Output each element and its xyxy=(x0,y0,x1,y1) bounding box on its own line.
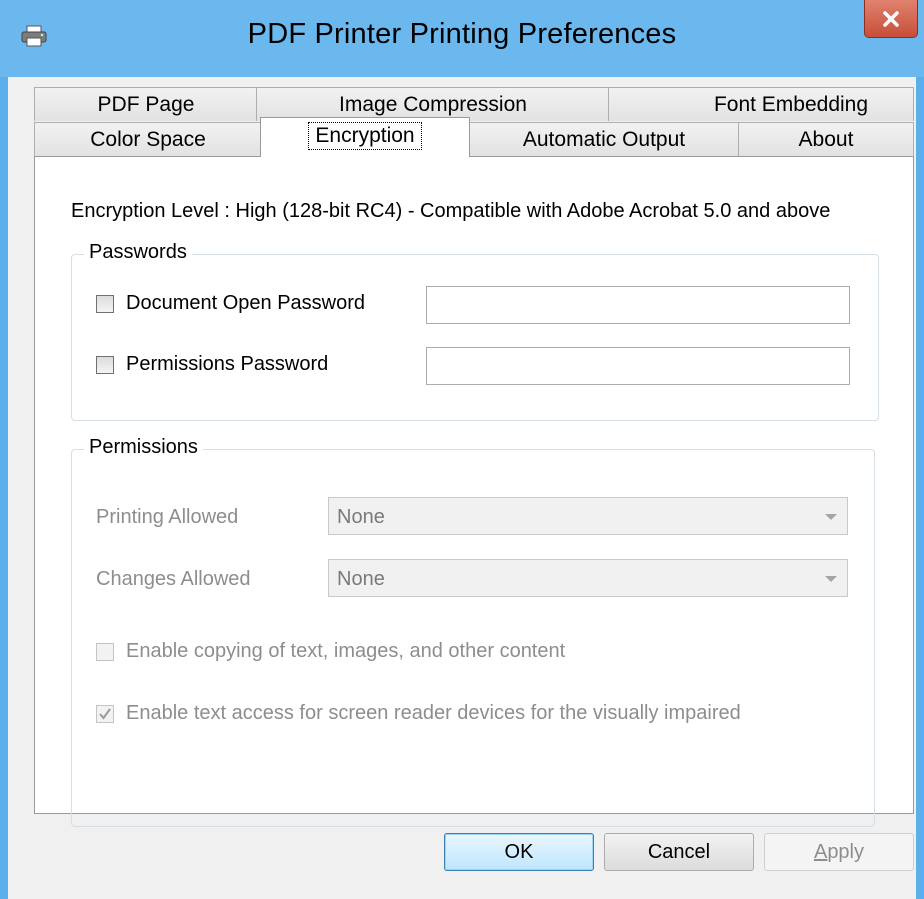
tab-label: PDF Page xyxy=(97,93,195,116)
permissions-group: Permissions Printing Allowed None Change… xyxy=(71,436,875,827)
dialog-window: PDF Printer Printing Preferences PDF Pag… xyxy=(0,0,924,899)
printing-allowed-select[interactable]: None xyxy=(328,497,848,535)
changes-allowed-label: Changes Allowed xyxy=(96,568,251,590)
tab-label: Automatic Output xyxy=(522,128,686,151)
tab-automatic-output[interactable]: Automatic Output xyxy=(468,122,740,156)
passwords-group: Passwords Document Open Password Permiss… xyxy=(71,241,879,421)
checkmark-icon xyxy=(99,708,111,720)
document-open-password-label[interactable]: Document Open Password xyxy=(126,292,365,315)
tab-about[interactable]: About xyxy=(738,122,914,156)
permissions-password-field[interactable] xyxy=(426,347,850,385)
tab-color-space[interactable]: Color Space xyxy=(34,122,262,156)
apply-button-label: Apply xyxy=(813,840,865,863)
changes-allowed-select[interactable]: None xyxy=(328,559,848,597)
tab-encryption[interactable]: Encryption xyxy=(260,117,470,157)
tab-image-compression[interactable]: Image Compression xyxy=(256,87,610,121)
enable-screen-reader-checkbox[interactable] xyxy=(96,705,114,723)
printing-allowed-value: None xyxy=(337,506,385,528)
document-open-password-checkbox[interactable] xyxy=(96,295,114,313)
printing-allowed-label: Printing Allowed xyxy=(96,506,239,528)
tab-label: Encryption xyxy=(308,122,422,150)
cancel-button-label: Cancel xyxy=(647,840,711,863)
encryption-level-text: Encryption Level : High (128-bit RC4) - … xyxy=(71,200,831,222)
enable-copying-checkbox[interactable] xyxy=(96,643,114,661)
tab-label: About xyxy=(798,128,854,151)
close-button[interactable] xyxy=(864,0,918,38)
chevron-down-icon xyxy=(825,514,837,520)
tab-label: Font Embedding xyxy=(713,93,869,116)
passwords-group-title: Passwords xyxy=(84,241,192,264)
enable-copying-label[interactable]: Enable copying of text, images, and othe… xyxy=(126,640,565,663)
dialog-body: PDF Page Image Compression Font Embeddin… xyxy=(8,77,916,899)
permissions-password-label[interactable]: Permissions Password xyxy=(126,353,328,376)
tab-font-embedding[interactable]: Font Embedding xyxy=(608,87,914,121)
ok-button[interactable]: OK xyxy=(444,833,594,871)
permissions-group-title: Permissions xyxy=(84,436,203,459)
chevron-down-icon xyxy=(825,576,837,582)
window-title: PDF Printer Printing Preferences xyxy=(247,18,677,50)
title-bar[interactable]: PDF Printer Printing Preferences xyxy=(0,0,924,77)
cancel-button[interactable]: Cancel xyxy=(604,833,754,871)
tab-pdf-page[interactable]: PDF Page xyxy=(34,87,258,121)
tab-label: Image Compression xyxy=(339,93,527,116)
permissions-password-checkbox[interactable] xyxy=(96,356,114,374)
close-icon xyxy=(883,10,899,27)
changes-allowed-value: None xyxy=(337,568,385,590)
encryption-panel: Encryption Level : High (128-bit RC4) - … xyxy=(34,156,914,827)
apply-button[interactable]: Apply xyxy=(764,833,914,871)
tab-label: Color Space xyxy=(90,128,206,151)
document-open-password-field[interactable] xyxy=(426,286,850,324)
ok-button-label: OK xyxy=(504,840,534,863)
enable-screen-reader-label[interactable]: Enable text access for screen reader dev… xyxy=(126,702,741,725)
